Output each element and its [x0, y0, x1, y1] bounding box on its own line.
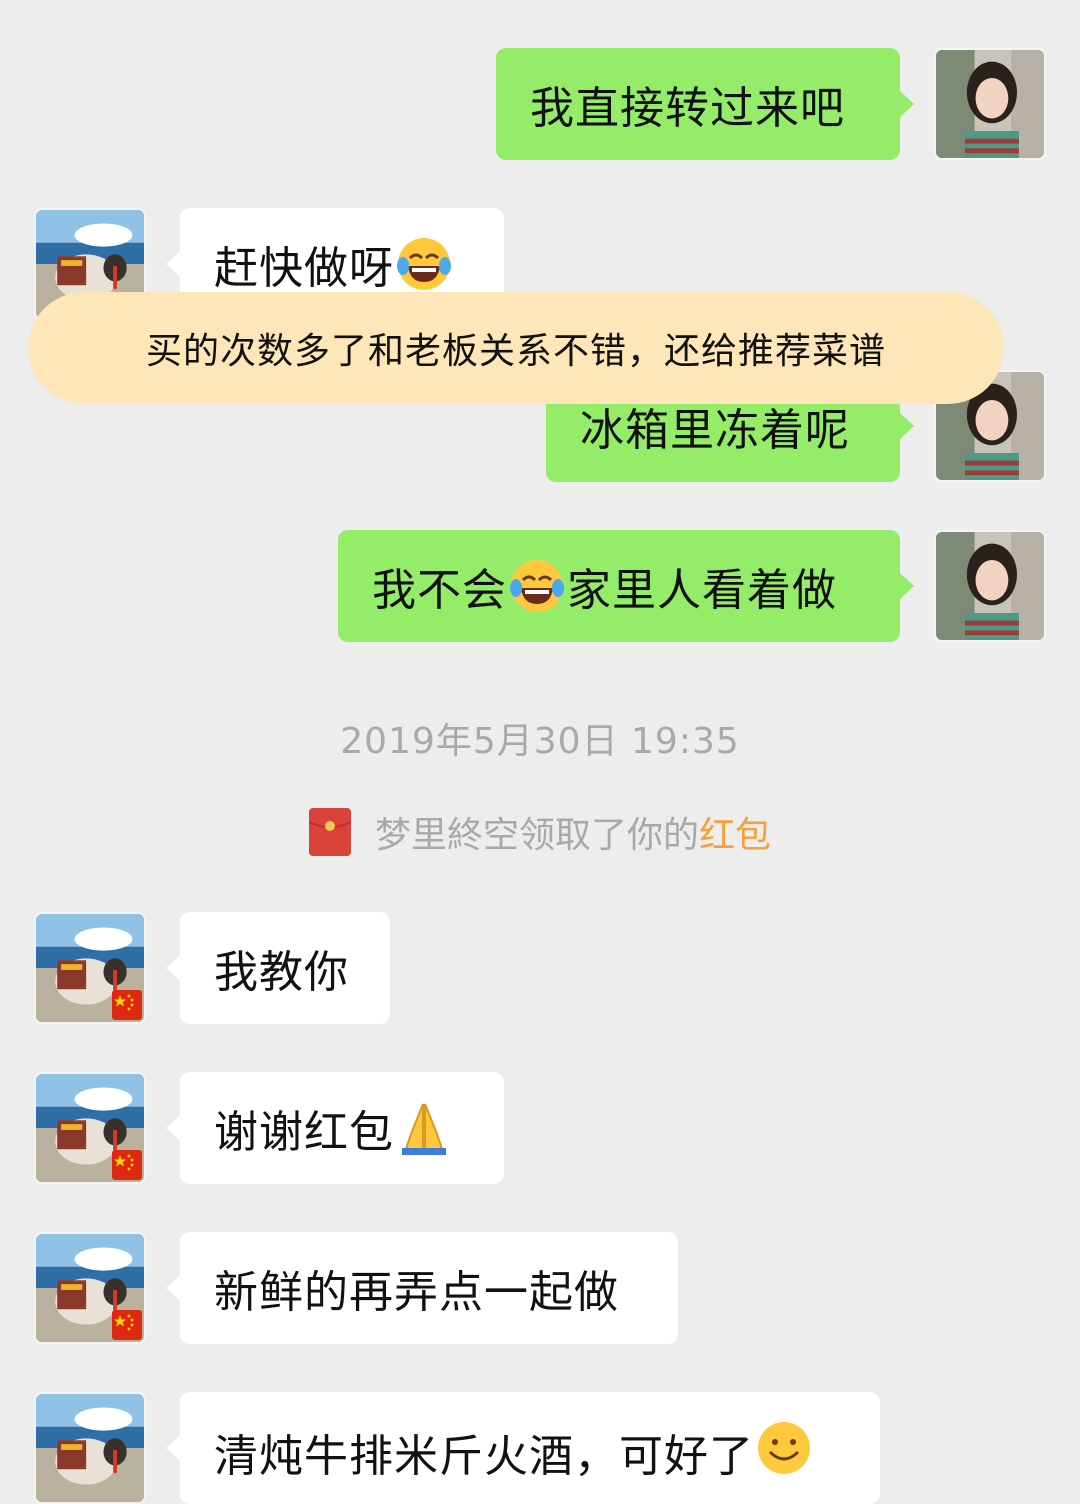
- tears-of-joy-emoji: [509, 558, 565, 614]
- tears-of-joy-emoji: [396, 236, 452, 292]
- message-text-before: 我不会: [372, 565, 507, 616]
- received-message-bubble[interactable]: 新鲜的再弄点一起做: [166, 1232, 678, 1344]
- caption-text: 买的次数多了和老板关系不错，还给推荐菜谱: [145, 331, 886, 372]
- message-text: 谢谢红包: [214, 1107, 394, 1158]
- received-message-bubble[interactable]: 清炖牛排米斤火酒，可好了: [166, 1392, 880, 1504]
- yak-photo-icon: [36, 1394, 144, 1502]
- message-text: 我教你: [214, 947, 349, 998]
- red-packet-icon: [308, 808, 351, 856]
- folded-hands-emoji: [396, 1100, 452, 1156]
- contact-avatar[interactable]: [34, 1232, 146, 1344]
- sent-message-bubble[interactable]: 我不会 家里人看着做: [338, 530, 914, 642]
- my-avatar[interactable]: [934, 530, 1046, 642]
- user-photo-icon: [936, 50, 1044, 158]
- caption-overlay: 买的次数多了和老板关系不错，还给推荐菜谱: [28, 292, 1004, 404]
- contact-avatar[interactable]: [34, 1072, 146, 1184]
- system-notice: 梦里終空领取了你的 红包: [0, 806, 1080, 858]
- user-photo-icon: [936, 532, 1044, 640]
- red-packet-link[interactable]: 红包: [699, 806, 771, 858]
- message-text: 赶快做呀: [214, 243, 394, 294]
- my-avatar[interactable]: [934, 48, 1046, 160]
- message-text: 清炖牛排米斤火酒，可好了: [214, 1431, 754, 1482]
- message-text: 我直接转过来吧: [530, 83, 845, 134]
- received-message-bubble[interactable]: 我教你: [166, 912, 390, 1024]
- china-flag-icon: [112, 1310, 142, 1340]
- contact-avatar[interactable]: [34, 912, 146, 1024]
- china-flag-icon: [112, 1150, 142, 1180]
- china-flag-icon: [112, 990, 142, 1020]
- system-notice-text: 梦里終空领取了你的: [374, 815, 699, 856]
- sent-message-bubble[interactable]: 我直接转过来吧: [496, 48, 914, 160]
- message-text: 新鲜的再弄点一起做: [214, 1267, 619, 1318]
- smiling-emoji: [756, 1420, 812, 1476]
- chat-timestamp: 2019年5月30日 19:35: [340, 721, 740, 762]
- contact-avatar[interactable]: [34, 1392, 146, 1504]
- received-message-bubble[interactable]: 谢谢红包: [166, 1072, 504, 1184]
- message-text-after: 家里人看着做: [567, 565, 837, 616]
